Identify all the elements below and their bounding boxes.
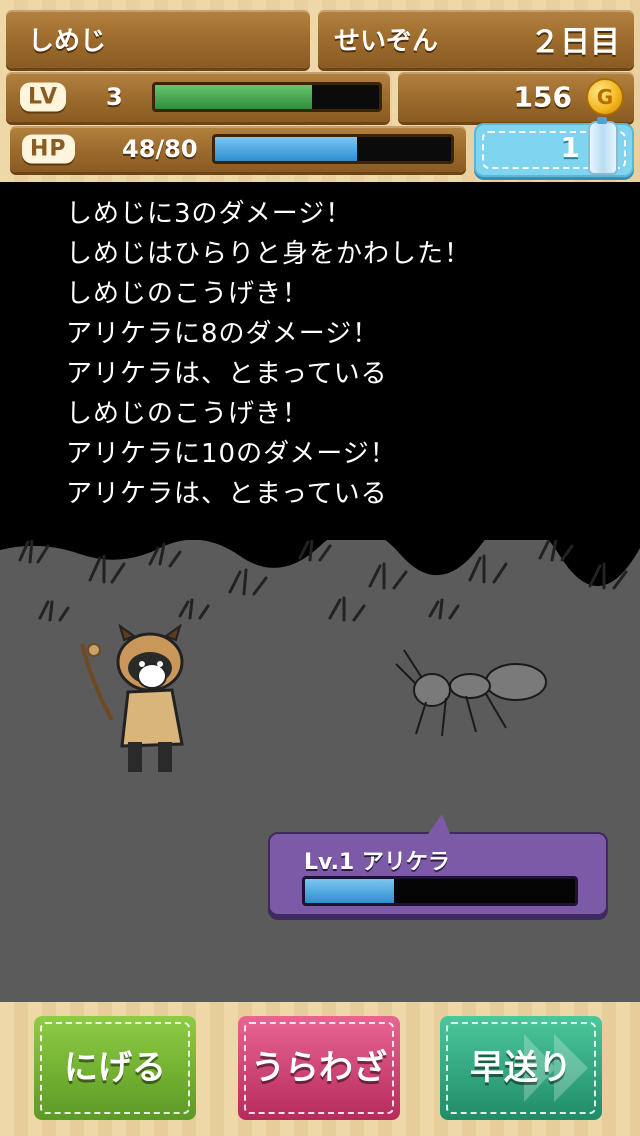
water-count: 1 (560, 131, 580, 164)
flee-label: にげる (64, 1048, 166, 1088)
hp-bar-fill (215, 137, 357, 161)
gold-panel: 156 G (398, 72, 634, 122)
level-value: 3 (106, 83, 123, 111)
hp-bar (212, 134, 454, 164)
flee-button[interactable]: にげる (34, 1016, 196, 1120)
battle-log: しめじに3のダメージ！ しめじはひらりと身をかわした！ しめじのこうげき！ アリ… (0, 182, 640, 540)
hp-text: 48/80 (122, 135, 198, 163)
day-counter: ２日目 (530, 25, 620, 60)
special-label: うらわざ (251, 1048, 387, 1088)
hp-tag: HP (22, 134, 75, 164)
fast-forward-label: 早送り (470, 1048, 572, 1088)
enemy-status-bubble: Lv.1 アリケラ (268, 814, 608, 916)
exp-bar-fill (155, 85, 312, 109)
player-name: しめじ (28, 26, 107, 57)
water-panel[interactable]: 1 (474, 117, 634, 177)
lv-tag: LV (20, 82, 67, 112)
exp-bar (152, 82, 382, 112)
log-line: しめじのこうげき！ (66, 279, 310, 309)
log-line: しめじのこうげき！ (66, 399, 310, 429)
log-line: アリケラに8のダメージ！ (66, 319, 380, 349)
log-line: アリケラは、とまっている (66, 479, 388, 509)
enemy-hp-bar (302, 876, 578, 906)
mode-label: せいぞん (334, 26, 439, 57)
log-line: アリケラは、とまっている (66, 359, 388, 389)
gold-amount: 156 (513, 80, 572, 114)
log-line: しめじに3のダメージ！ (66, 199, 353, 229)
player-tanuki-sprite (80, 624, 184, 772)
enemy-ant-sprite (395, 649, 547, 737)
enemy-hp-bar-fill (305, 879, 395, 903)
special-button[interactable]: うらわざ (238, 1016, 400, 1120)
fast-forward-button[interactable]: 早送り (440, 1016, 602, 1120)
hp-panel: HP 48/80 (10, 126, 466, 172)
level-panel: LV 3 (6, 72, 390, 122)
gold-coin-icon: G (586, 78, 624, 116)
enemy-name: Lv.1 アリケラ (304, 850, 450, 875)
mode-day-panel: せいぞん ２日目 (318, 10, 634, 68)
water-bottle-icon (588, 117, 618, 175)
log-line: アリケラに10のダメージ！ (66, 439, 397, 469)
status-hud: しめじ せいぞん ２日目 LV 3 156 G HP 48/80 1 (0, 0, 640, 182)
log-line: しめじはひらりと身をかわした！ (66, 239, 472, 269)
battle-field (0, 521, 640, 1002)
player-name-panel: しめじ (6, 10, 310, 68)
